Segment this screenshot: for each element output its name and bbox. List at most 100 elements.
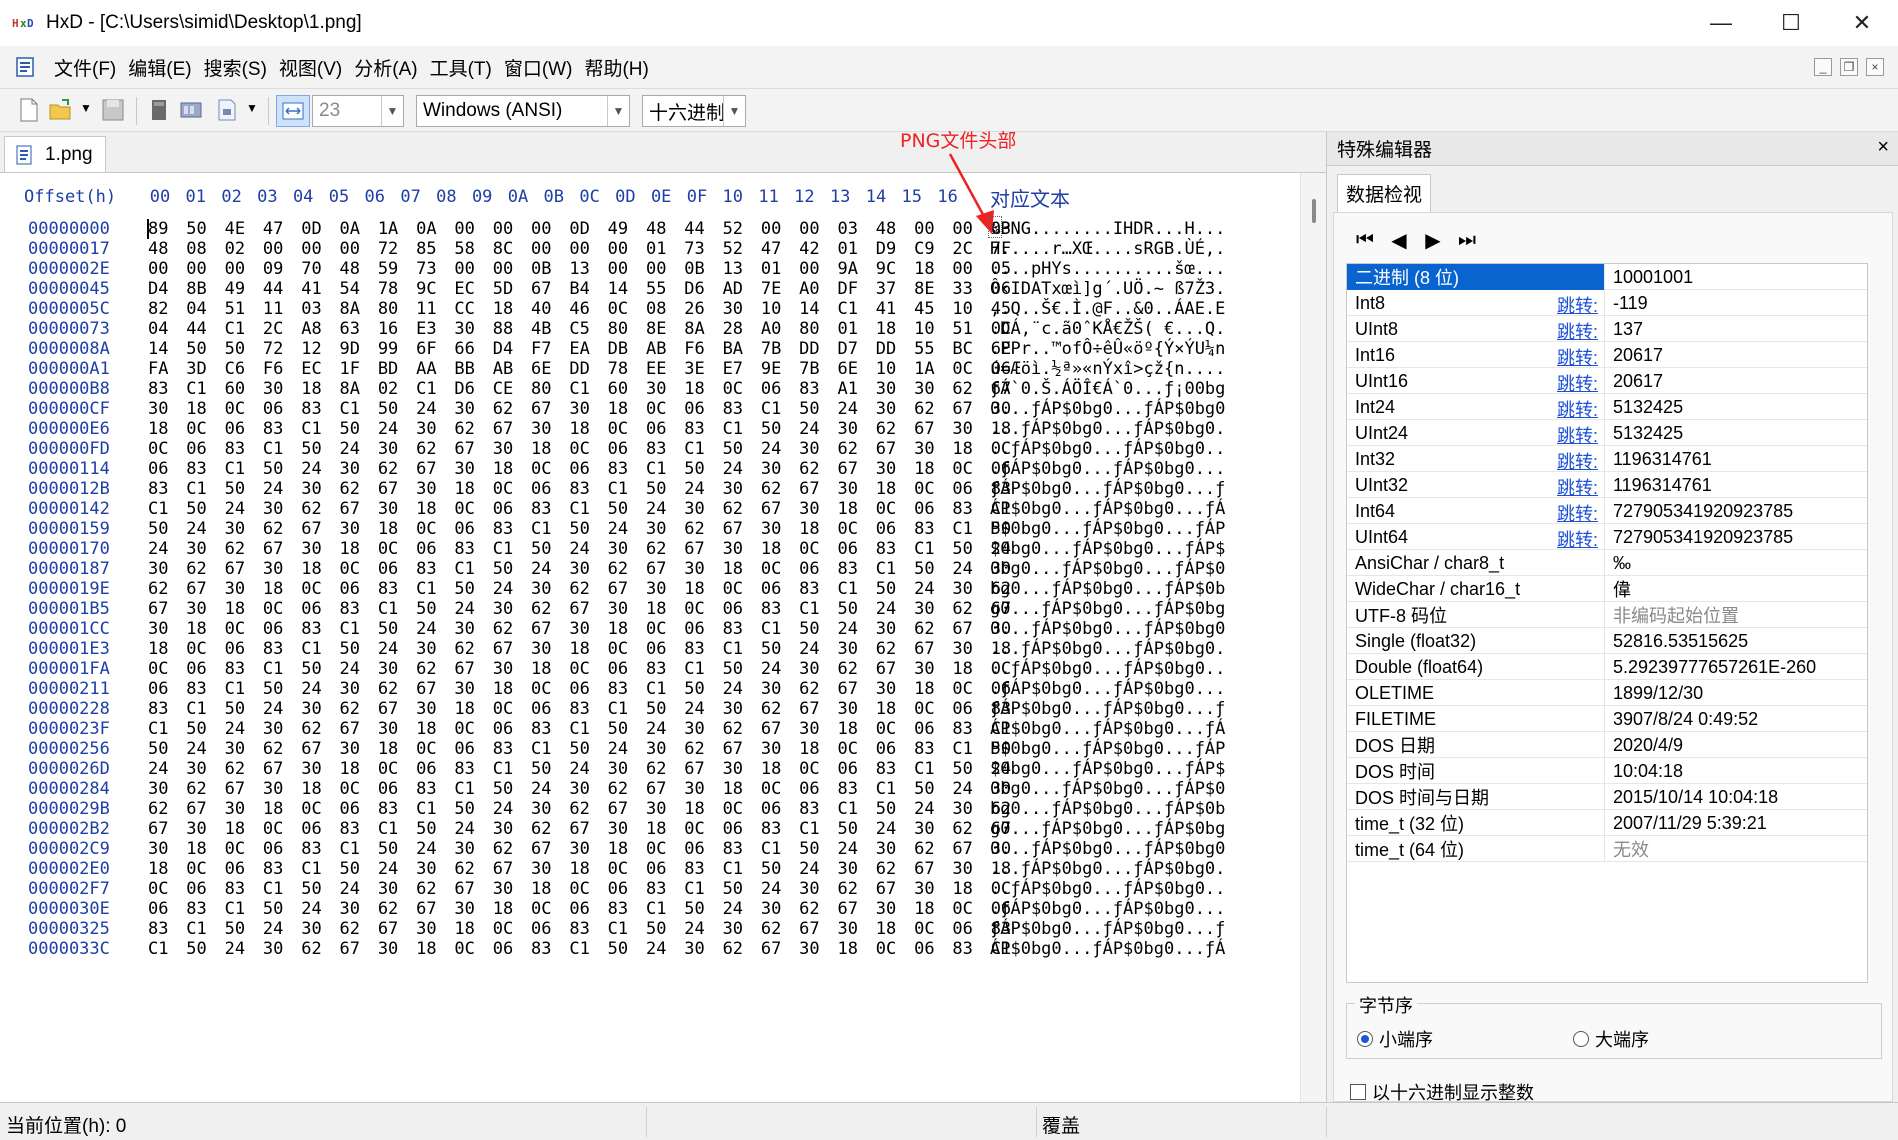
inspector-row[interactable]: DOS 日期 2020/4/9 bbox=[1347, 732, 1867, 758]
jump-link[interactable]: 跳转: bbox=[1557, 448, 1598, 474]
row-bytes[interactable]: 0C 06 83 C1 50 24 30 62 67 30 18 0C 06 8… bbox=[148, 439, 1011, 459]
inspector-row[interactable]: time_t (64 位) 无效 bbox=[1347, 836, 1867, 862]
inspector-value[interactable]: 5132425 bbox=[1613, 420, 1683, 446]
inspector-row[interactable]: DOS 时间 10:04:18 bbox=[1347, 758, 1867, 784]
menu-window[interactable]: 窗口(W) bbox=[498, 54, 579, 81]
row-bytes[interactable]: 67 30 18 0C 06 83 C1 50 24 30 62 67 30 1… bbox=[148, 599, 1011, 619]
row-bytes[interactable]: C1 50 24 30 62 67 30 18 0C 06 83 C1 50 2… bbox=[148, 939, 1011, 959]
row-text[interactable]: ..ƒÁP$0bg0...ƒÁP$0bg0.. bbox=[990, 879, 1225, 899]
row-text[interactable]: ...ƒÁP$0bg0...ƒÁP$0bg0. bbox=[990, 419, 1225, 439]
jump-link[interactable]: 跳转: bbox=[1557, 500, 1598, 526]
row-bytes[interactable]: 30 18 0C 06 83 C1 50 24 30 62 67 30 18 0… bbox=[148, 839, 1011, 859]
row-text[interactable]: $0bg0...ƒÁP$0bg0...ƒÁP$ bbox=[990, 539, 1225, 559]
row-text[interactable]: 0...ƒÁP$0bg0...ƒÁP$0bg0 bbox=[990, 839, 1225, 859]
row-text[interactable]: ú=Æöì.½ª»«nÝxî>çž{n.... bbox=[990, 359, 1225, 379]
row-text[interactable]: ‰PNG........IHDR...H... bbox=[990, 219, 1225, 239]
radio-selected-icon[interactable] bbox=[1357, 1031, 1373, 1047]
inspector-row[interactable]: 二进制 (8 位) 10001001 bbox=[1347, 264, 1867, 290]
row-bytes[interactable]: 0C 06 83 C1 50 24 30 62 67 30 18 0C 06 8… bbox=[148, 659, 1011, 679]
file-tools-dropdown-icon[interactable]: ▼ bbox=[246, 101, 258, 115]
inspector-row[interactable]: Int8 跳转: -119 bbox=[1347, 290, 1867, 316]
hex-row[interactable]: 0000033C C1 50 24 30 62 67 30 18 0C 06 83… bbox=[0, 939, 1300, 963]
row-text[interactable]: 0bg0...ƒÁP$0bg0...ƒÁP$0 bbox=[990, 779, 1225, 799]
panel-close-button[interactable]: × bbox=[1877, 136, 1889, 159]
inspector-row[interactable]: OLETIME 1899/12/30 bbox=[1347, 680, 1867, 706]
row-text[interactable]: ÁP$0bg0...ƒÁP$0bg0...ƒÁ bbox=[990, 939, 1225, 959]
row-bytes[interactable]: 30 62 67 30 18 0C 06 83 C1 50 24 30 62 6… bbox=[148, 779, 1011, 799]
inspector-value[interactable]: 10:04:18 bbox=[1613, 758, 1683, 784]
row-text[interactable]: ƒÁP$0bg0...ƒÁP$0bg0...ƒ bbox=[990, 919, 1225, 939]
inspector-row[interactable]: Int32 跳转: 1196314761 bbox=[1347, 446, 1867, 472]
row-text[interactable]: .ƒÁP$0bg0...ƒÁP$0bg0... bbox=[990, 679, 1225, 699]
row-text[interactable]: 0...ƒÁP$0bg0...ƒÁP$0bg0 bbox=[990, 619, 1225, 639]
row-text[interactable]: g0...ƒÁP$0bg0...ƒÁP$0bg bbox=[990, 819, 1225, 839]
row-bytes[interactable]: 06 83 C1 50 24 30 62 67 30 18 0C 06 83 C… bbox=[148, 679, 1011, 699]
inspector-row[interactable]: UInt16 跳转: 20617 bbox=[1347, 368, 1867, 394]
inspector-row[interactable]: UInt32 跳转: 1196314761 bbox=[1347, 472, 1867, 498]
inspector-value[interactable]: 1196314761 bbox=[1613, 472, 1712, 498]
row-text[interactable]: ....pHYs..........šœ... bbox=[990, 259, 1225, 279]
row-bytes[interactable]: 04 44 C1 2C A8 63 16 E3 30 88 4B C5 80 8… bbox=[148, 319, 1011, 339]
row-bytes[interactable]: 50 24 30 62 67 30 18 0C 06 83 C1 50 24 3… bbox=[148, 739, 1011, 759]
jump-link[interactable]: 跳转: bbox=[1557, 370, 1598, 396]
row-bytes[interactable]: 00 00 00 09 70 48 59 73 00 00 0B 13 00 0… bbox=[148, 259, 1011, 279]
row-text[interactable]: .ƒÁP$0bg0...ƒÁP$0bg0... bbox=[990, 899, 1225, 919]
new-file-icon[interactable] bbox=[16, 97, 42, 123]
row-bytes[interactable]: 83 C1 50 24 30 62 67 30 18 0C 06 83 C1 5… bbox=[148, 699, 1011, 719]
jump-link[interactable]: 跳转: bbox=[1557, 422, 1598, 448]
menu-edit[interactable]: 编辑(E) bbox=[122, 54, 197, 81]
row-bytes[interactable]: 24 30 62 67 30 18 0C 06 83 C1 50 24 30 6… bbox=[148, 539, 1011, 559]
inspector-value[interactable]: 137 bbox=[1613, 316, 1643, 342]
row-text[interactable]: bg0...ƒÁP$0bg0...ƒÁP$0b bbox=[990, 579, 1225, 599]
tab-1png[interactable]: 1.png bbox=[4, 136, 106, 172]
row-bytes[interactable]: 48 08 02 00 00 00 72 85 58 8C 00 00 00 0… bbox=[148, 239, 1011, 259]
inspector-row[interactable]: AnsiChar / char8_t ‰ bbox=[1347, 550, 1867, 576]
inspector-value[interactable]: 3907/8/24 0:49:52 bbox=[1613, 706, 1758, 732]
inspector-row[interactable]: FILETIME 3907/8/24 0:49:52 bbox=[1347, 706, 1867, 732]
row-text[interactable]: ƒÁ`0.Š.ÁÖÎ€Á`0...ƒ¡00bg bbox=[990, 379, 1225, 399]
inspector-value[interactable]: ‰ bbox=[1613, 550, 1631, 576]
row-bytes[interactable]: 30 18 0C 06 83 C1 50 24 30 62 67 30 18 0… bbox=[148, 619, 1011, 639]
jump-link[interactable]: 跳转: bbox=[1557, 474, 1598, 500]
minimize-button[interactable]: — bbox=[1686, 0, 1756, 46]
inspector-value[interactable]: 偉 bbox=[1613, 576, 1631, 602]
save-icon[interactable] bbox=[100, 97, 126, 123]
close-button[interactable]: ✕ bbox=[1826, 0, 1898, 46]
row-text[interactable]: $0bg0...ƒÁP$0bg0...ƒÁP$ bbox=[990, 759, 1225, 779]
row-bytes[interactable]: 82 04 51 11 03 8A 80 11 CC 18 40 46 0C 0… bbox=[148, 299, 1011, 319]
inspector-value[interactable]: 无效 bbox=[1613, 836, 1649, 862]
row-bytes[interactable]: 06 83 C1 50 24 30 62 67 30 18 0C 06 83 C… bbox=[148, 459, 1011, 479]
inspector-scrollbar[interactable] bbox=[1867, 264, 1868, 983]
open-ram-icon[interactable] bbox=[178, 97, 204, 123]
row-text[interactable]: 0...ƒÁP$0bg0...ƒÁP$0bg0 bbox=[990, 399, 1225, 419]
row-text[interactable]: P$0bg0...ƒÁP$0bg0...ƒÁP bbox=[990, 519, 1225, 539]
chevron-down-icon[interactable]: ▼ bbox=[723, 96, 745, 126]
open-dropdown-icon[interactable]: ▼ bbox=[80, 101, 92, 115]
previous-icon[interactable]: ◀ bbox=[1382, 227, 1416, 253]
row-text[interactable]: ..ƒÁP$0bg0...ƒÁP$0bg0.. bbox=[990, 659, 1225, 679]
row-text[interactable]: .DÁ,¨c.ã0ˆKÅ€ŽŠ( €...Q. bbox=[990, 319, 1225, 339]
open-disk-icon[interactable] bbox=[146, 97, 172, 123]
inspector-row[interactable]: Single (float32) 52816.53515625 bbox=[1347, 628, 1867, 654]
mdi-close-button[interactable]: × bbox=[1866, 58, 1884, 76]
inspector-value[interactable]: 727905341920923785 bbox=[1613, 524, 1793, 550]
next-icon[interactable]: ▶ bbox=[1416, 227, 1450, 253]
jump-link[interactable]: 跳转: bbox=[1557, 344, 1598, 370]
menu-help[interactable]: 帮助(H) bbox=[578, 54, 654, 81]
row-bytes[interactable]: D4 8B 49 44 41 54 78 9C EC 5D 67 B4 14 5… bbox=[148, 279, 1011, 299]
row-bytes[interactable]: 50 24 30 62 67 30 18 0C 06 83 C1 50 24 3… bbox=[148, 519, 1011, 539]
jump-link[interactable]: 跳转: bbox=[1557, 396, 1598, 422]
inspector-value[interactable]: 20617 bbox=[1613, 368, 1663, 394]
inspector-value[interactable]: 1899/12/30 bbox=[1613, 680, 1703, 706]
row-text[interactable]: .PPr..™ofÔ÷êÛ«öº{Ý×ÝU¼n bbox=[990, 339, 1225, 359]
mdi-restore-button[interactable]: ❐ bbox=[1840, 58, 1858, 76]
row-bytes[interactable]: 14 50 50 72 12 9D 99 6F 66 D4 F7 EA DB A… bbox=[148, 339, 1011, 359]
mdi-minimize-button[interactable]: _ bbox=[1814, 58, 1832, 76]
row-text[interactable]: ...ƒÁP$0bg0...ƒÁP$0bg0. bbox=[990, 639, 1225, 659]
checkbox-icon[interactable] bbox=[1350, 1084, 1366, 1100]
jump-link[interactable]: 跳转: bbox=[1557, 318, 1598, 344]
inspector-row[interactable]: UInt64 跳转: 727905341920923785 bbox=[1347, 524, 1867, 550]
row-bytes[interactable]: 30 18 0C 06 83 C1 50 24 30 62 67 30 18 0… bbox=[148, 399, 1011, 419]
row-text[interactable]: ...ƒÁP$0bg0...ƒÁP$0bg0. bbox=[990, 859, 1225, 879]
row-bytes[interactable]: 62 67 30 18 0C 06 83 C1 50 24 30 62 67 3… bbox=[148, 799, 1011, 819]
